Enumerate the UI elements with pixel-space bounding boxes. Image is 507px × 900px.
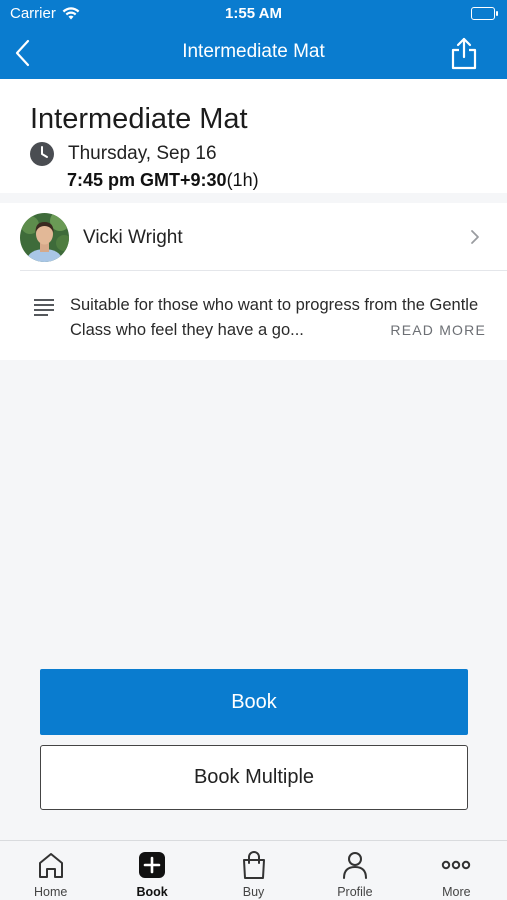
tab-book[interactable]: Book [101,841,202,900]
tab-bar: Home Book Buy Profile More [0,840,507,900]
more-dots-icon [442,860,471,870]
class-duration: (1h) [226,170,259,190]
date-row: Thursday, Sep 16 [30,142,217,166]
book-multiple-button[interactable]: Book Multiple [40,745,468,810]
chevron-left-icon[interactable] [12,38,36,68]
class-title: Intermediate Mat [30,103,248,135]
read-more-link[interactable]: READ MORE [390,322,486,338]
instructor-row[interactable]: Vicki Wright [0,203,507,270]
text-lines-icon [34,299,54,316]
time-row: 7:45 pm GMT+9:30(1h) [67,170,259,191]
tab-label: Buy [242,885,265,899]
tab-label: Book [136,885,168,899]
tab-label: Profile [337,885,373,899]
class-date: Thursday, Sep 16 [68,143,217,164]
home-icon [38,853,63,878]
status-time: 1:55 AM [225,5,282,22]
navigation-bar: Intermediate Mat [0,28,507,79]
book-button[interactable]: Book [40,669,468,735]
share-icon[interactable] [449,36,479,70]
nav-title: Intermediate Mat [182,41,325,62]
tab-profile[interactable]: Profile [304,841,405,900]
tab-home[interactable]: Home [0,841,101,900]
instructor-name: Vicki Wright [83,227,183,248]
divider [20,270,507,271]
tab-more[interactable]: More [406,841,507,900]
class-details: Vicki Wright Suitable for those who want… [0,203,507,360]
plus-square-icon [139,852,166,878]
tab-buy[interactable]: Buy [203,841,304,900]
class-time: 7:45 pm GMT+9:30 [67,170,227,190]
class-header: Intermediate Mat Thursday, Sep 16 7:45 p… [0,79,507,193]
avatar [20,213,69,262]
status-bar: Carrier 1:55 AM [0,0,507,28]
tab-label: More [442,885,471,899]
instructor-photo [20,213,69,262]
person-icon [342,852,367,879]
shopping-bag-icon [242,851,265,879]
chevron-right-icon [471,230,479,244]
battery-icon [471,7,498,20]
tab-label: Home [34,885,68,899]
top-bar: Carrier 1:55 AM Intermediate Mat [0,0,507,79]
class-detail-screen: Carrier 1:55 AM Intermediate Mat Interme… [0,0,507,900]
clock-icon [30,142,54,166]
